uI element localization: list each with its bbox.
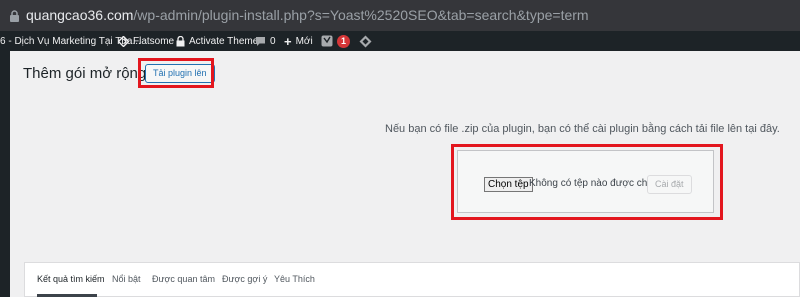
- url-domain: quangcao36.com: [26, 7, 134, 23]
- new-label: Mới: [295, 35, 313, 47]
- lock-icon: [10, 10, 19, 22]
- tab-popular[interactable]: Được quan tâm: [152, 274, 215, 284]
- flatsome-icon: [118, 35, 129, 47]
- yoast-menu[interactable]: 1: [321, 31, 350, 51]
- url-path: /wp-admin/plugin-install.php?s=Yoast%252…: [133, 7, 589, 23]
- main-content: Thêm gói mở rộng Tải plugin lên Nếu bạn …: [10, 51, 800, 297]
- upload-help-text: Nếu bạn có file .zip của plugin, bạn có …: [385, 123, 780, 135]
- admin-sidebar: [0, 51, 10, 297]
- highlight-box: [138, 58, 214, 88]
- diamond-icon: [359, 35, 372, 47]
- tab-recommended[interactable]: Được gợi ý: [222, 274, 267, 284]
- tab-search-results[interactable]: Kết quả tìm kiếm: [37, 274, 105, 284]
- flatsome-label: Flatsome: [133, 35, 175, 47]
- lock-icon: [176, 35, 185, 46]
- comments-count: 0: [270, 35, 276, 47]
- wp-admin-bar: 6 - Dịch Vụ Marketing Tại Tha... Flatsom…: [0, 31, 800, 51]
- comment-icon: [256, 36, 265, 46]
- activate-theme-link[interactable]: Activate Theme: [176, 31, 258, 51]
- choose-file-button[interactable]: Chọn tệp: [484, 177, 533, 192]
- install-now-button[interactable]: Cài đặt: [647, 175, 692, 194]
- page-title: Thêm gói mở rộng: [23, 65, 147, 82]
- yoast-notification-badge: 1: [337, 34, 350, 48]
- diamond-menu[interactable]: [359, 31, 372, 51]
- activate-theme-label: Activate Theme: [189, 35, 259, 47]
- yoast-icon: [321, 35, 333, 47]
- tab-featured[interactable]: Nổi bật: [112, 274, 141, 284]
- plus-icon: +: [284, 33, 292, 49]
- comments-link[interactable]: 0: [255, 31, 276, 51]
- plugin-filter-bar: Kết quả tìm kiếm Nổi bật Được quan tâm Đ…: [24, 262, 800, 297]
- no-file-label: Không có tệp nào được chọn: [529, 178, 659, 189]
- url-text[interactable]: quangcao36.com/wp-admin/plugin-install.p…: [26, 7, 589, 23]
- flatsome-link[interactable]: Flatsome: [118, 31, 174, 51]
- tab-favorites[interactable]: Yêu Thích: [274, 274, 315, 284]
- browser-address-bar[interactable]: quangcao36.com/wp-admin/plugin-install.p…: [0, 0, 800, 31]
- new-content-link[interactable]: + Mới: [284, 31, 313, 51]
